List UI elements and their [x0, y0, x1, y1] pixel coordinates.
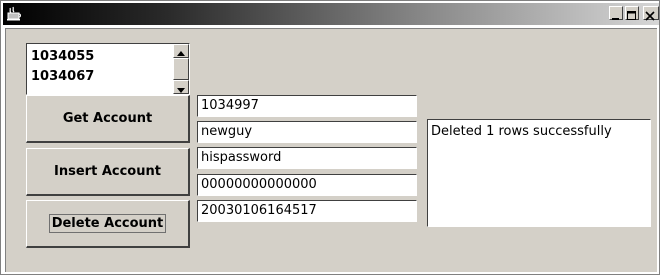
- close-icon: [645, 11, 655, 21]
- status-message: Deleted 1 rows successfully: [431, 124, 612, 139]
- minimize-button[interactable]: [609, 6, 623, 20]
- delete-account-button[interactable]: Delete Account: [26, 200, 190, 248]
- scroll-thumb[interactable]: [173, 58, 189, 80]
- password-field[interactable]: hispassword: [197, 147, 417, 169]
- list-item[interactable]: 1034067: [31, 69, 94, 85]
- maximize-button[interactable]: [625, 6, 639, 20]
- application-window: 1034055 1034067 Get Account Insert Accou…: [0, 0, 660, 275]
- status-text-area[interactable]: Deleted 1 rows successfully: [427, 119, 651, 227]
- scroll-down-button[interactable]: [173, 80, 189, 94]
- username-field[interactable]: newguy: [197, 121, 417, 143]
- delete-account-label: Delete Account: [48, 214, 167, 233]
- timestamp-field[interactable]: 20030106164517: [197, 200, 417, 222]
- get-account-label: Get Account: [62, 111, 153, 126]
- listbox-scrollbar[interactable]: [173, 44, 189, 94]
- get-account-button[interactable]: Get Account: [26, 95, 190, 143]
- account-listbox[interactable]: 1034055 1034067: [26, 43, 190, 95]
- close-button[interactable]: [643, 6, 659, 21]
- main-panel: 1034055 1034067 Get Account Insert Accou…: [5, 28, 657, 272]
- list-item[interactable]: 1034055: [31, 49, 94, 65]
- number-field[interactable]: 00000000000000: [197, 174, 417, 196]
- minimize-icon: [612, 18, 619, 20]
- insert-account-label: Insert Account: [54, 164, 161, 179]
- insert-account-button[interactable]: Insert Account: [26, 148, 190, 196]
- maximize-icon: [627, 11, 636, 20]
- scroll-up-button[interactable]: [173, 44, 189, 58]
- account-id-field[interactable]: 1034997: [197, 95, 417, 117]
- java-app-icon[interactable]: [6, 6, 22, 22]
- title-bar[interactable]: [3, 3, 659, 25]
